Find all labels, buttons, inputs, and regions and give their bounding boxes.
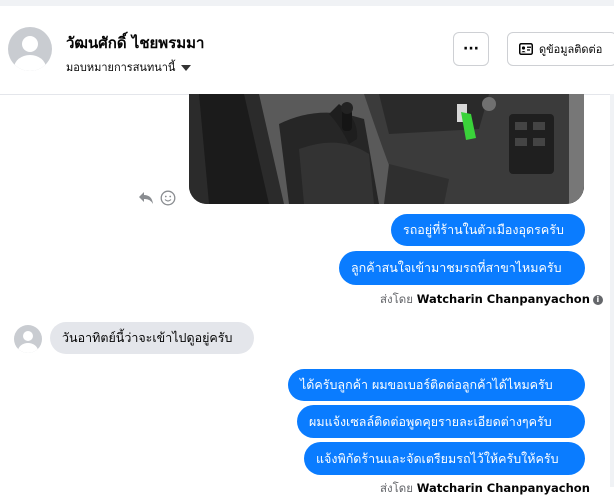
shared-car-interior-photo[interactable]: [189, 94, 584, 204]
view-contact-info-label: ดูข้อมูลติดต่อ: [539, 43, 603, 56]
view-contact-info-button[interactable]: ดูข้อมูลติดต่อ: [507, 32, 614, 66]
smiley-icon[interactable]: [160, 190, 176, 206]
more-options-button[interactable]: ···: [453, 32, 489, 66]
assign-label: มอบหมายการสนทนานี้: [66, 61, 176, 74]
outgoing-message[interactable]: ได้ครับลูกค้า ผมขอเบอร์ติดต่อลูกค้าได้ไห…: [288, 369, 585, 401]
message-actions: [138, 190, 176, 206]
assign-conversation-dropdown[interactable]: มอบหมายการสนทนานี้: [66, 58, 192, 76]
outgoing-message[interactable]: รถอยู่ที่ร้านในตัวเมืองอุดรครับ: [391, 214, 585, 246]
outgoing-message[interactable]: แจ้งพิกัดร้านและจัดเตรียมรถไว้ให้ครับให้…: [304, 442, 585, 475]
sent-by-line: ส่งโดย Watcharin Chanpanyachon: [380, 480, 590, 498]
sender-name[interactable]: Watcharin Chanpanyachon: [417, 481, 590, 495]
reply-icon[interactable]: [138, 191, 154, 205]
contact-avatar[interactable]: [8, 27, 52, 71]
chat-scrollbar[interactable]: [610, 94, 614, 487]
avatar-body-shape: [14, 55, 46, 71]
conversation-header: วัฒนศักดิ์ ไชยพรมมา มอบหมายการสนทนานี้ ·…: [0, 6, 614, 95]
sent-by-label: ส่งโดย: [380, 292, 414, 306]
sent-by-label: ส่งโดย: [380, 481, 414, 495]
car-interior-image: [189, 94, 584, 204]
contact-avatar-small[interactable]: [14, 325, 42, 353]
incoming-message[interactable]: วันอาทิตย์นี้ว่าจะเข้าไปดูอยู่ครับ: [50, 322, 254, 354]
sent-by-line: ส่งโดย Watcharin Chanpanyachon i: [380, 291, 603, 309]
avatar-body-shape: [18, 343, 38, 353]
contact-name[interactable]: วัฒนศักดิ์ ไชยพรมมา: [66, 31, 204, 55]
outgoing-message[interactable]: ผมแจ้งเซลล์ติดต่อพูดคุยรายละเอียดต่างๆคร…: [297, 405, 585, 438]
avatar-head-shape: [22, 36, 38, 52]
avatar-head-shape: [23, 331, 33, 341]
id-card-icon: [519, 43, 533, 55]
sender-name[interactable]: Watcharin Chanpanyachon: [417, 292, 590, 306]
caret-down-icon: [181, 65, 192, 71]
outgoing-message[interactable]: ลูกค้าสนใจเข้ามาชมรถที่สาขาไหมครับ: [339, 251, 585, 285]
info-icon[interactable]: i: [592, 294, 603, 305]
